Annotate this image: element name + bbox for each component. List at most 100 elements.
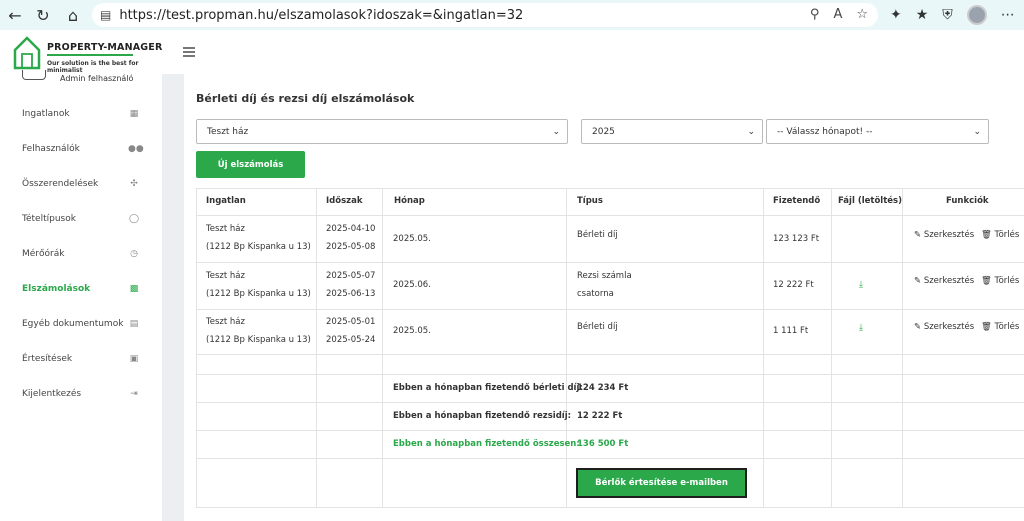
property-select[interactable]: Teszt ház ⌄ — [196, 119, 568, 144]
url-text[interactable]: https://test.propman.hu/elszamolasok?ido… — [119, 8, 523, 23]
row-address: (1212 Bp Kispanka u 13) — [206, 242, 311, 252]
reload-icon[interactable]: ↻ — [28, 0, 58, 30]
property-select-value: Teszt ház — [207, 126, 249, 137]
sidebar-item-label: Mérőórák — [22, 249, 65, 259]
header-funkciok: Funkciók — [946, 196, 989, 206]
row-address: (1212 Bp Kispanka u 13) — [206, 289, 311, 299]
row-period-from: 2025-04-10 — [326, 224, 376, 234]
header-tipus: Típus — [577, 196, 603, 206]
more-menu-icon[interactable]: ⋯ — [1001, 7, 1015, 23]
download-icon[interactable]: ⤓ — [859, 319, 863, 337]
sidebar-item-label: Elszámolások — [22, 284, 91, 294]
money-icon: ▩ — [129, 284, 139, 294]
delete-button[interactable]: 🗑 Törlés — [981, 272, 1019, 290]
row-amount: 123 123 Ft — [773, 234, 820, 244]
delete-button[interactable]: 🗑 Törlés — [981, 226, 1019, 244]
main-content: Bérleti díj és rezsi díj elszámolások Te… — [184, 74, 1024, 521]
content-gutter — [162, 74, 184, 521]
logo-subtitle: Our solution is the best for minimalist — [47, 60, 139, 74]
sidebar-item-label: Felhasználók — [22, 144, 80, 154]
sidebar-item-kijelentkezes[interactable]: Kijelentkezés ⇥ — [0, 384, 162, 404]
notify-tenants-button[interactable]: Bérlők értesítése e-mailben — [576, 468, 747, 498]
row-type: Bérleti díj — [577, 230, 618, 240]
sidebar-item-label: Egyéb dokumentumok — [22, 319, 124, 329]
documents-icon: ▤ — [129, 319, 139, 329]
settlements-table: Ingatlan Időszak Hónap Típus Fizetendő F… — [196, 188, 1024, 508]
row-property: Teszt ház — [206, 224, 245, 234]
favorites-icon[interactable]: ★ — [916, 7, 929, 23]
logo-underline — [47, 54, 133, 56]
row-amount: 1 111 Ft — [773, 326, 809, 336]
header-honap: Hónap — [394, 196, 425, 206]
edit-button[interactable]: ✎ Szerkesztés — [914, 226, 974, 244]
sidebar-item-merorak[interactable]: Mérőórák ◷ — [0, 244, 162, 264]
rent-total-value: 124 234 Ft — [577, 383, 629, 393]
year-select[interactable]: 2025 ⌄ — [581, 119, 763, 144]
sidebar-item-label: Kijelentkezés — [22, 389, 82, 399]
edit-button[interactable]: ✎ Szerkesztés — [914, 272, 974, 290]
sidebar-item-elszamolasok[interactable]: Elszámolások ▩ — [0, 279, 162, 299]
row-period-from: 2025-05-07 — [326, 271, 376, 281]
download-icon[interactable]: ⤓ — [859, 276, 863, 294]
hamburger-menu-icon[interactable] — [183, 47, 195, 57]
row-period-from: 2025-05-01 — [326, 317, 376, 327]
row-amount: 12 222 Ft — [773, 280, 814, 290]
sidebar-item-label: Ingatlanok — [22, 109, 70, 119]
calendar-icon: ▣ — [129, 354, 139, 364]
row-type-detail: csatorna — [577, 289, 614, 299]
row-month: 2025.06. — [393, 280, 431, 290]
sidebar-item-label: Értesítések — [22, 354, 73, 364]
row-period-to: 2025-06-13 — [326, 289, 376, 299]
chevron-down-icon: ⌄ — [747, 127, 755, 137]
sidebar-item-felhasznalok[interactable]: Felhasználók ●● — [0, 139, 162, 159]
read-aloud-icon[interactable]: A — [833, 7, 842, 22]
edit-label: Szerkesztés — [923, 322, 975, 332]
delete-button[interactable]: 🗑 Törlés — [981, 318, 1019, 336]
home-icon[interactable]: ⌂ — [58, 0, 88, 30]
header-ingatlan: Ingatlan — [206, 196, 246, 206]
house-logo-icon — [13, 36, 41, 70]
profile-avatar[interactable] — [966, 5, 987, 25]
browser-toolbar: ← ↻ ⌂ ▤ https://test.propman.hu/elszamol… — [0, 0, 1024, 30]
row-month: 2025.05. — [393, 326, 431, 336]
logo-title: PROPERTY-MANAGER — [47, 42, 163, 53]
row-property: Teszt ház — [206, 271, 245, 281]
sidebar-item-ingatlanok[interactable]: Ingatlanok ▦ — [0, 104, 162, 124]
row-property: Teszt ház — [206, 317, 245, 327]
sidebar-item-ertesitesek[interactable]: Értesítések ▣ — [0, 349, 162, 369]
back-icon[interactable]: ← — [0, 0, 30, 30]
favorite-star-icon[interactable]: ☆ — [856, 7, 868, 22]
sidebar-item-osszerendelesek[interactable]: Összerendelések ✣ — [0, 174, 162, 194]
sidebar-item-label: Tételtípusok — [22, 214, 76, 224]
row-period-to: 2025-05-08 — [326, 242, 376, 252]
database-icon: ◯ — [128, 214, 140, 224]
logout-icon: ⇥ — [130, 389, 138, 399]
month-select[interactable]: -- Válassz hónapot! -- ⌄ — [766, 119, 989, 144]
zoom-icon[interactable]: ⚲ — [810, 7, 820, 22]
sidebar-item-egyeb-dokumentumok[interactable]: Egyéb dokumentumok ▤ — [0, 314, 162, 334]
utility-total-label: Ebben a hónapban fizetendő rezsidíj: — [393, 411, 572, 421]
address-bar[interactable]: ▤ https://test.propman.hu/elszamolasok?i… — [92, 3, 878, 27]
row-address: (1212 Bp Kispanka u 13) — [206, 335, 311, 345]
header-fajl: Fájl (letöltés) — [838, 196, 902, 206]
sidebar: PROPERTY-MANAGER Our solution is the bes… — [0, 30, 162, 521]
delete-label: Törlés — [994, 322, 1020, 332]
buildings-icon: ▦ — [129, 109, 139, 119]
shield-icon[interactable]: ⛨ — [942, 7, 953, 23]
sidebar-item-teteltipusok[interactable]: Tételtípusok ◯ — [0, 209, 162, 229]
edit-label: Szerkesztés — [923, 230, 975, 240]
delete-label: Törlés — [994, 230, 1020, 240]
grand-total-value: 136 500 Ft — [577, 439, 629, 449]
new-settlement-button[interactable]: Új elszámolás — [196, 151, 305, 178]
row-type: Rezsi számla — [577, 271, 632, 281]
edit-button[interactable]: ✎ Szerkesztés — [914, 318, 974, 336]
users-icon: ●● — [128, 144, 144, 154]
network-icon: ✣ — [130, 179, 138, 189]
header-fizetendo: Fizetendő — [773, 196, 821, 206]
delete-label: Törlés — [994, 276, 1020, 286]
current-user: Admin felhasználó — [60, 74, 134, 83]
extensions-icon[interactable]: ✦ — [890, 7, 902, 23]
row-period-to: 2025-05-24 — [326, 335, 376, 345]
row-month: 2025.05. — [393, 234, 431, 244]
site-info-icon[interactable]: ▤ — [100, 8, 111, 22]
